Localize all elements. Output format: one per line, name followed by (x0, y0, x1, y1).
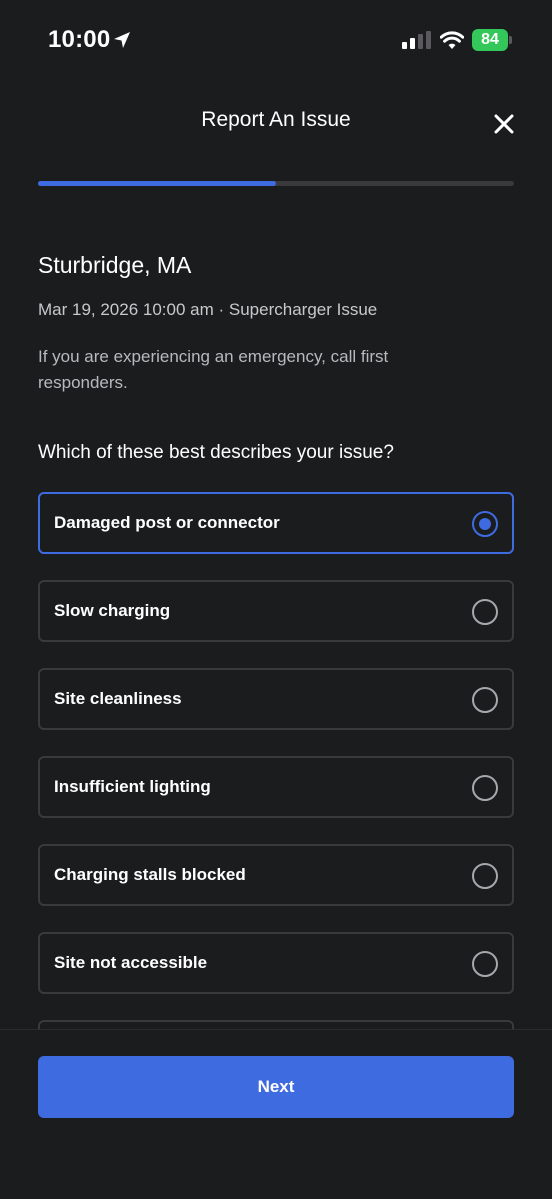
issue-option[interactable]: Damaged post or connector (38, 492, 514, 554)
issue-option[interactable]: Site not accessible (38, 932, 514, 994)
radio-dot (479, 518, 491, 530)
status-bar: 10:00 84 (0, 0, 552, 80)
radio-selected-icon[interactable] (472, 511, 498, 537)
issue-option-label: Damaged post or connector (54, 513, 280, 532)
progress-fill (38, 181, 276, 186)
cellular-signal-icon (402, 31, 431, 49)
issue-option[interactable]: Site cleanliness (38, 668, 514, 730)
radio-unselected-icon[interactable] (472, 951, 498, 977)
radio-unselected-icon[interactable] (472, 775, 498, 801)
location-arrow-icon (114, 32, 130, 48)
issue-option-label: Insufficient lighting (54, 777, 211, 796)
next-button[interactable]: Next (38, 1056, 514, 1118)
status-time: 10:00 (48, 26, 111, 53)
emergency-note: If you are experiencing an emergency, ca… (38, 347, 389, 392)
issue-option[interactable]: Insufficient lighting (38, 756, 514, 818)
issue-option[interactable]: Charging stalls blocked (38, 844, 514, 906)
radio-unselected-icon[interactable] (472, 599, 498, 625)
battery-tip (509, 36, 512, 44)
issue-option-label: Site cleanliness (54, 689, 182, 708)
location-title: Sturbridge, MA (38, 252, 192, 278)
issue-option[interactable]: Slow charging (38, 580, 514, 642)
close-icon[interactable] (490, 110, 518, 138)
battery-percentage: 84 (481, 31, 499, 48)
battery-icon: 84 (472, 29, 512, 51)
footer: Next (0, 1029, 552, 1199)
issue-option-label: Site not accessible (54, 953, 208, 972)
issue-option-label: Charging stalls blocked (54, 865, 246, 884)
question-heading: Which of these best describes your issue… (38, 442, 394, 463)
issue-meta: Mar 19, 2026 10:00 am · Supercharger Iss… (38, 300, 378, 319)
page-title: Report An Issue (201, 108, 351, 131)
report-issue-screen: 10:00 84 Report An Issue Sturbridge, MA … (0, 0, 552, 1199)
issue-option-label: Slow charging (54, 601, 171, 620)
radio-unselected-icon[interactable] (472, 863, 498, 889)
progress-bar (38, 181, 514, 186)
wifi-icon (440, 31, 464, 49)
radio-unselected-icon[interactable] (472, 687, 498, 713)
issue-options-list: Damaged post or connector Slow charging Si… (38, 492, 514, 1108)
